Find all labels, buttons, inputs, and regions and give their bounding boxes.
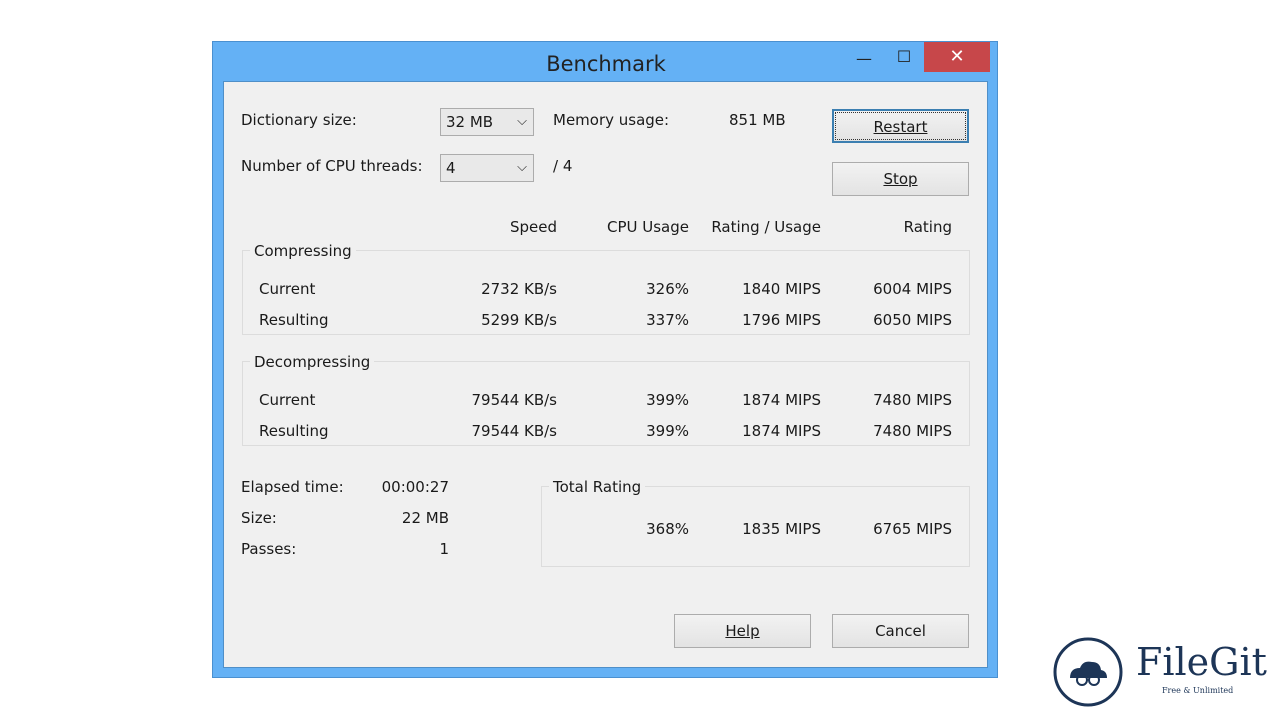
compressing-title: Compressing: [250, 242, 356, 260]
cpu-threads-max: / 4: [553, 157, 573, 175]
total-rating-title: Total Rating: [549, 478, 646, 496]
compressing-cell: 1796 MIPS: [742, 311, 821, 329]
column-header-rating-usage: Rating / Usage: [711, 218, 821, 236]
elapsed-time-label: Elapsed time:: [241, 478, 344, 496]
compressing-cell: 2732 KB/s: [481, 280, 557, 298]
compressing-cell: 337%: [646, 311, 689, 329]
decompressing-row-label: Current: [259, 391, 316, 409]
compressing-cell: 326%: [646, 280, 689, 298]
decompressing-row-label: Resulting: [259, 422, 329, 440]
passes-value: 1: [439, 540, 449, 558]
decompressing-cell: 399%: [646, 422, 689, 440]
compressing-row-label: Resulting: [259, 311, 329, 329]
decompressing-cell: 79544 KB/s: [471, 422, 557, 440]
cpu-threads-value: 4: [446, 159, 456, 177]
total-rating-usage: 1835 MIPS: [742, 520, 821, 538]
cpu-threads-select[interactable]: 4 ⌵: [440, 154, 534, 182]
dictionary-size-select[interactable]: 32 MB ⌵: [440, 108, 534, 136]
memory-usage-value: 851 MB: [729, 111, 786, 129]
watermark-name: FileGit: [1136, 640, 1267, 684]
compressing-cell: 5299 KB/s: [481, 311, 557, 329]
decompressing-cell: 1874 MIPS: [742, 391, 821, 409]
compressing-cell: 1840 MIPS: [742, 280, 821, 298]
cpu-threads-label: Number of CPU threads:: [241, 157, 423, 175]
decompressing-cell: 1874 MIPS: [742, 422, 821, 440]
watermark-tagline: Free & Unlimited: [1162, 686, 1234, 695]
passes-label: Passes:: [241, 540, 297, 558]
chevron-down-icon: ⌵: [517, 114, 527, 129]
window-title: Benchmark: [546, 52, 666, 76]
column-header-speed: Speed: [509, 218, 557, 236]
maximize-button[interactable]: ☐: [889, 44, 919, 70]
column-header-cpu-usage: CPU Usage: [606, 218, 689, 236]
stop-button[interactable]: Stop: [832, 162, 969, 196]
chevron-down-icon: ⌵: [517, 160, 527, 175]
compressing-row-label: Current: [259, 280, 316, 298]
dictionary-size-value: 32 MB: [446, 113, 494, 131]
column-header-rating: Rating: [903, 218, 952, 236]
filegit-logo-icon: [1053, 637, 1123, 707]
cancel-button[interactable]: Cancel: [832, 614, 969, 648]
help-button[interactable]: Help: [674, 614, 811, 648]
decompressing-title: Decompressing: [250, 353, 375, 371]
size-value: 22 MB: [401, 509, 449, 527]
total-rating-value: 6765 MIPS: [873, 520, 952, 538]
total-cpu-usage: 368%: [646, 520, 689, 538]
benchmark-window: Benchmark — ☐ ✕ Dictionary size: 32 MB ⌵ …: [212, 41, 998, 678]
decompressing-cell: 79544 KB/s: [471, 391, 557, 409]
elapsed-time-value: 00:00:27: [381, 478, 449, 496]
dialog-client: Dictionary size: 32 MB ⌵ Number of CPU th…: [223, 81, 988, 668]
decompressing-cell: 399%: [646, 391, 689, 409]
close-button[interactable]: ✕: [924, 42, 990, 72]
filegit-watermark: FileGit Free & Unlimited: [1052, 636, 1267, 712]
minimize-button[interactable]: —: [849, 46, 879, 72]
decompressing-cell: 7480 MIPS: [873, 391, 952, 409]
compressing-cell: 6004 MIPS: [873, 280, 952, 298]
decompressing-cell: 7480 MIPS: [873, 422, 952, 440]
size-label: Size:: [241, 509, 277, 527]
memory-usage-label: Memory usage:: [553, 111, 670, 129]
compressing-cell: 6050 MIPS: [873, 311, 952, 329]
restart-button[interactable]: Restart: [832, 109, 969, 143]
dictionary-size-label: Dictionary size:: [241, 111, 357, 129]
